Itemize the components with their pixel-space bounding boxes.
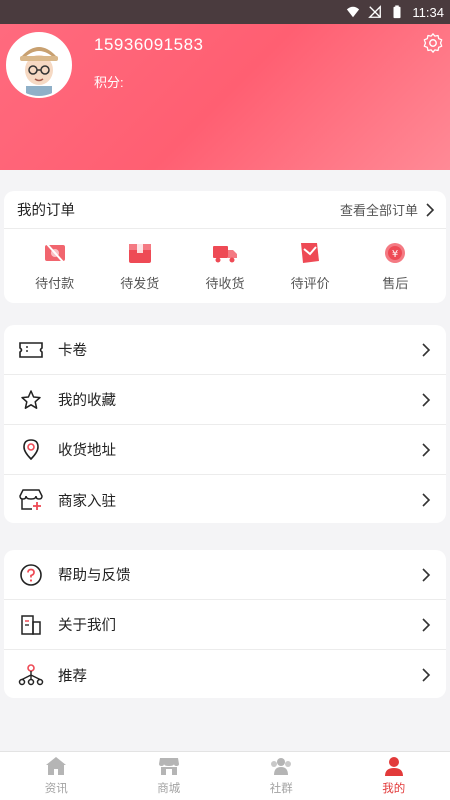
- building-icon: [21, 614, 41, 635]
- share-network-icon: [18, 664, 44, 686]
- user-icon: [384, 757, 403, 776]
- order-status-label: 待收货: [205, 275, 245, 291]
- help-icon: [20, 563, 42, 586]
- menu-item-favorites[interactable]: 我的收藏: [4, 375, 446, 425]
- menu-group-1: 卡卷 我的收藏 收货地址 商家入驻: [4, 325, 446, 523]
- chevron-right-icon: [422, 392, 431, 407]
- orders-title: 我的订单: [17, 203, 75, 219]
- menu-label: 帮助与反馈: [58, 568, 131, 584]
- order-status-label: 待发货: [120, 275, 160, 291]
- share-network-icon-wrap: [18, 662, 44, 688]
- menu-item-recommend[interactable]: 推荐: [4, 650, 446, 700]
- menu-item-coupons[interactable]: 卡卷: [4, 325, 446, 375]
- nav-label: 社群: [269, 783, 293, 795]
- order-status-to-review[interactable]: 待评价: [275, 241, 345, 292]
- star-icon: [21, 389, 41, 409]
- order-status-to-ship[interactable]: 待发货: [105, 241, 175, 292]
- wifi-icon: [347, 6, 360, 18]
- chevron-right-icon: [426, 202, 435, 217]
- menu-label: 商家入驻: [58, 493, 116, 510]
- avatar[interactable]: [6, 32, 72, 98]
- settings-gear-icon[interactable]: [422, 32, 444, 54]
- nav-label: 商城: [157, 783, 181, 795]
- unpaid-icon: [44, 241, 65, 264]
- to-receive-truck-icon: [212, 245, 237, 262]
- view-all-orders-link[interactable]: 查看全部订单: [340, 200, 436, 219]
- menu-label: 我的收藏: [58, 393, 116, 409]
- location-icon: [23, 438, 39, 460]
- orders-header: 我的订单 查看全部订单: [4, 191, 446, 229]
- points-label: 积分:: [94, 75, 124, 90]
- order-status-row: 待付款 待发货 待收货 待评价 ¥ 售后: [4, 229, 446, 303]
- menu-label: 收货地址: [58, 443, 116, 459]
- store-icon-wrap: [18, 487, 44, 513]
- nav-label: 资讯: [44, 783, 68, 795]
- location-icon-wrap: [18, 437, 44, 463]
- order-status-to-receive[interactable]: 待收货: [190, 241, 260, 292]
- menu-item-help[interactable]: 帮助与反馈: [4, 550, 446, 600]
- profile-header: 15936091583 积分:: [0, 24, 450, 170]
- store-icon: [19, 489, 43, 510]
- to-review-icon: [301, 242, 320, 263]
- shop-icon: [158, 758, 179, 775]
- menu-item-about[interactable]: 关于我们: [4, 600, 446, 650]
- my-orders-card: 我的订单 查看全部订单 待付款 待发货 待收货 待评价 ¥ 售后: [4, 191, 446, 303]
- status-bar: 11:34: [0, 0, 450, 24]
- user-phone-number: 15936091583: [94, 35, 204, 54]
- home-icon: [46, 757, 67, 775]
- menu-item-merchant[interactable]: 商家入驻: [4, 475, 446, 525]
- status-time: 11:34: [412, 4, 444, 20]
- order-status-label: 待付款: [35, 275, 75, 291]
- chevron-right-icon: [422, 493, 431, 507]
- avatar-illustration-icon: [8, 34, 70, 96]
- nav-tab-mine[interactable]: 我的: [354, 756, 434, 796]
- nav-tab-news[interactable]: 资讯: [16, 756, 96, 796]
- no-signal-icon: [368, 5, 382, 18]
- nav-tab-mall[interactable]: 商城: [129, 756, 209, 796]
- nav-tab-community[interactable]: 社群: [241, 756, 321, 796]
- building-icon-wrap: [18, 612, 44, 638]
- menu-label: 推荐: [58, 668, 87, 685]
- star-icon-wrap: [18, 387, 44, 413]
- svg-text:¥: ¥: [392, 249, 398, 260]
- to-ship-icon: [128, 243, 151, 263]
- chevron-right-icon: [422, 668, 431, 682]
- help-icon-wrap: [18, 562, 44, 588]
- nav-label: 我的: [382, 783, 406, 795]
- menu-label: 关于我们: [58, 618, 116, 634]
- menu-label: 卡卷: [58, 343, 87, 359]
- after-sales-icon: ¥: [385, 242, 406, 263]
- order-status-unpaid[interactable]: 待付款: [20, 241, 90, 292]
- menu-group-2: 帮助与反馈 关于我们 推荐: [4, 550, 446, 698]
- chevron-right-icon: [422, 617, 431, 632]
- community-icon: [271, 758, 292, 775]
- order-status-label: 待评价: [290, 275, 330, 291]
- bottom-navigation: 资讯 商城 社群 我的: [0, 751, 450, 800]
- chevron-right-icon: [422, 442, 431, 457]
- chevron-right-icon: [422, 342, 431, 357]
- view-all-orders-label: 查看全部订单: [339, 203, 418, 218]
- battery-icon: [393, 5, 401, 19]
- order-status-after-sales[interactable]: ¥ 售后: [360, 241, 430, 292]
- chevron-right-icon: [422, 567, 431, 582]
- menu-item-address[interactable]: 收货地址: [4, 425, 446, 475]
- coupon-icon: [19, 341, 43, 358]
- coupon-icon-wrap: [18, 337, 44, 363]
- order-status-label: 售后: [382, 275, 409, 291]
